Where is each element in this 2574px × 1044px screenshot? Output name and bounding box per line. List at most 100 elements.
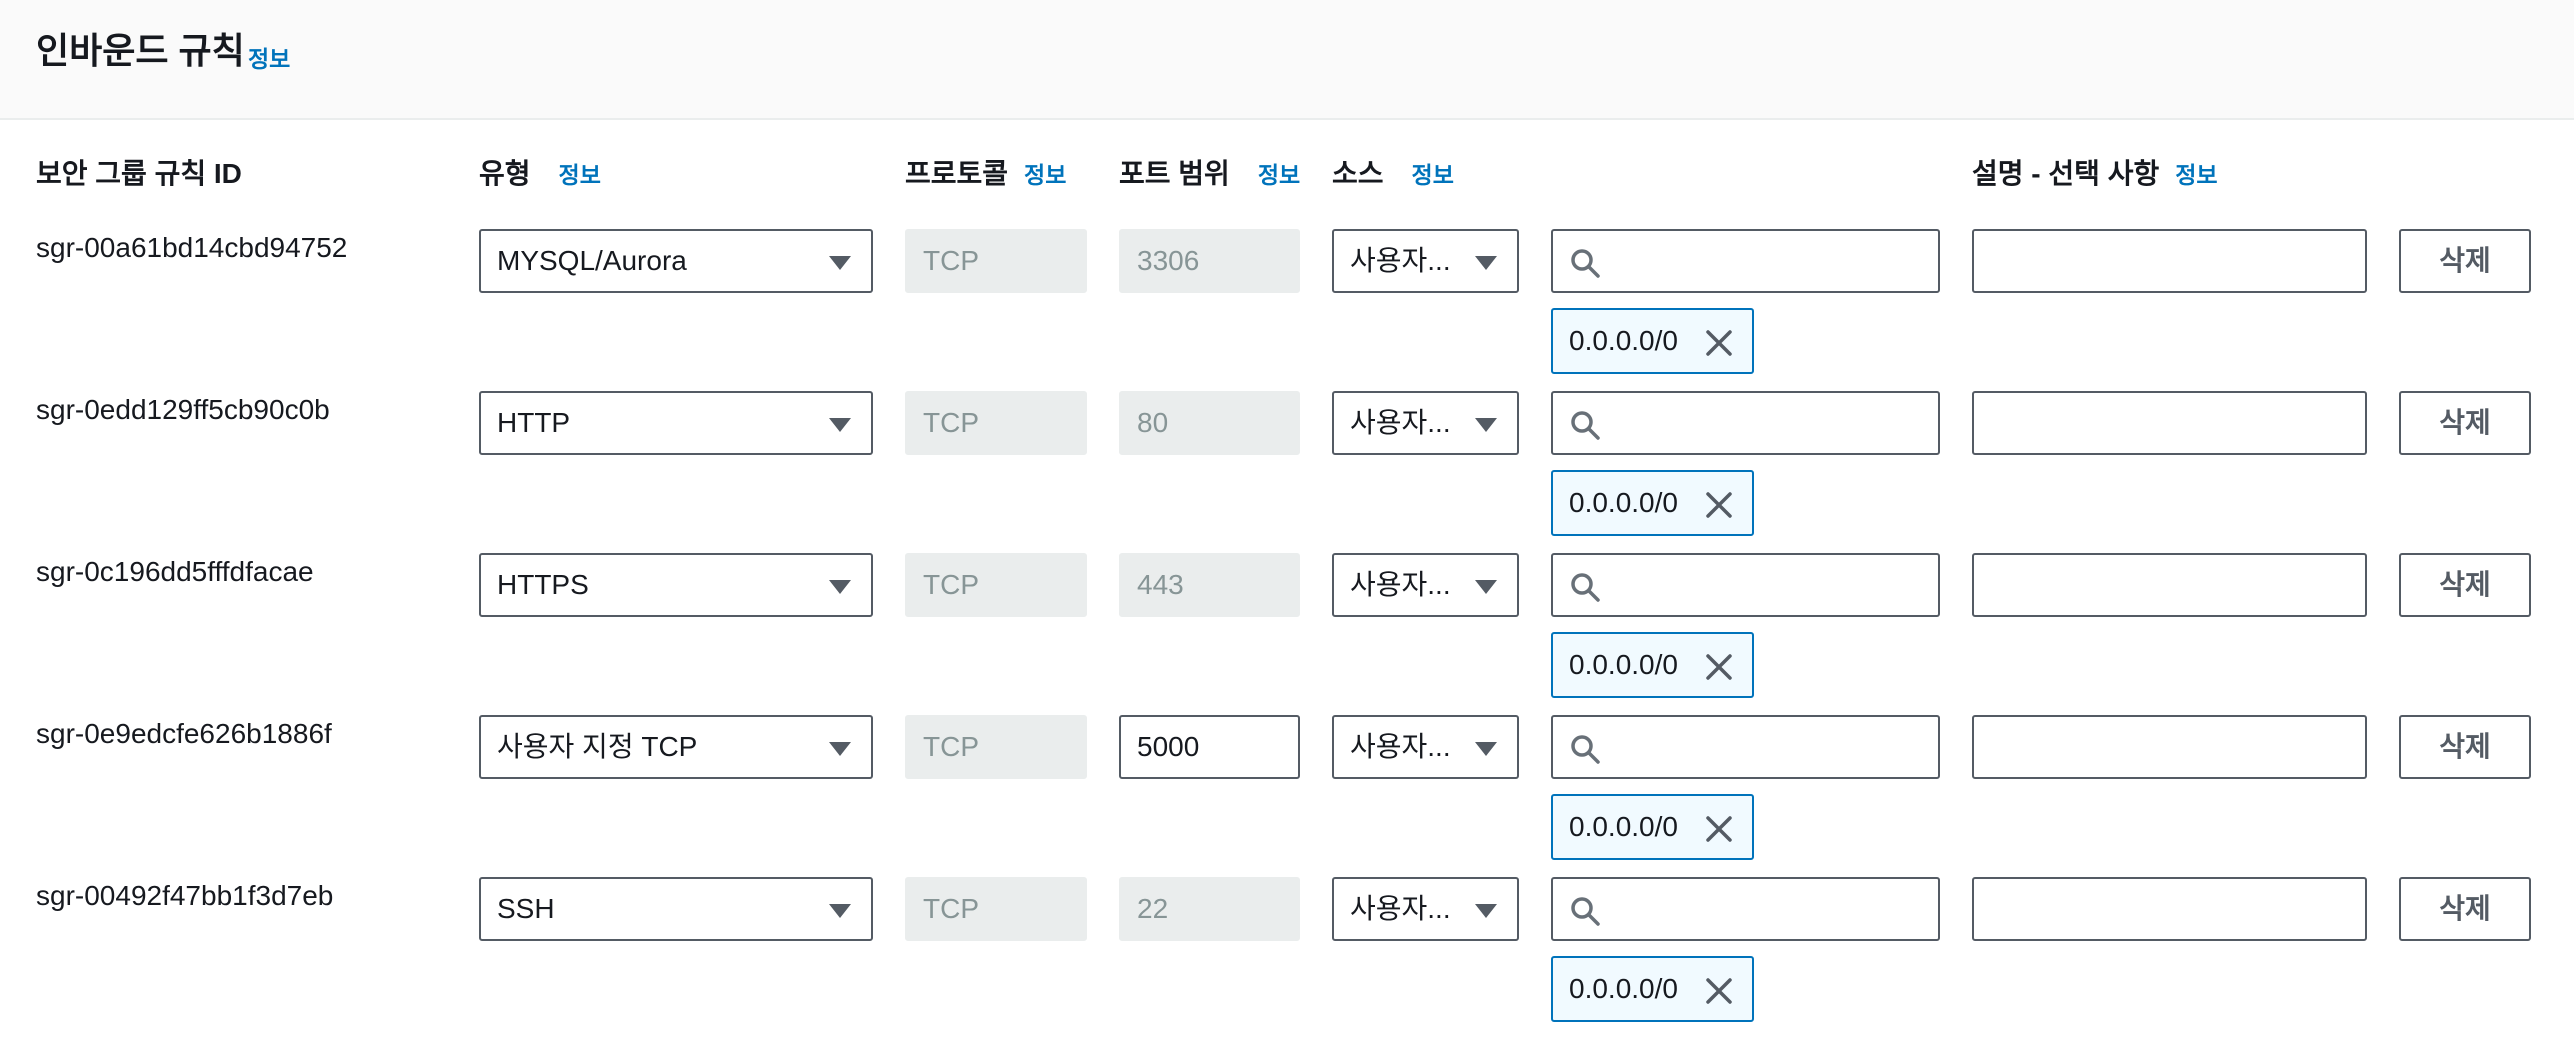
- rule-id: sgr-00492f47bb1f3d7eb: [36, 880, 334, 911]
- rule-id: sgr-0c196dd5fffdfacae: [36, 556, 314, 587]
- delete-rule-button[interactable]: 삭제: [2399, 229, 2531, 293]
- source-search-input[interactable]: [1551, 877, 1940, 941]
- cidr-token: 0.0.0.0/0: [1551, 632, 1754, 698]
- caret-down-icon: [829, 256, 851, 270]
- type-select[interactable]: SSH: [479, 877, 873, 941]
- column-header-source-label: 소스: [1332, 158, 1384, 189]
- header-info-link[interactable]: 정보: [248, 40, 290, 74]
- source-type-value: 사용자...: [1350, 245, 1451, 276]
- close-icon[interactable]: [1704, 814, 1734, 844]
- column-header-id-label: 보안 그룹 규칙 ID: [36, 158, 242, 189]
- protocol-field: TCP: [905, 877, 1087, 941]
- search-icon: [1571, 411, 1600, 440]
- column-header-description: 설명 - 선택 사항 정보: [1972, 154, 2218, 195]
- rule-id: sgr-00a61bd14cbd94752: [36, 232, 348, 263]
- cidr-token-label: 0.0.0.0/0: [1569, 973, 1678, 1004]
- column-header-protocol-label: 프로토콜: [905, 158, 1009, 189]
- protocol-field: TCP: [905, 553, 1087, 617]
- source-type-select[interactable]: 사용자...: [1332, 229, 1519, 293]
- column-header-id: 보안 그룹 규칙 ID: [36, 154, 242, 194]
- page-title: 인바운드 규칙: [36, 30, 245, 71]
- type-select-value: 사용자 지정 TCP: [497, 731, 698, 762]
- cidr-token-label: 0.0.0.0/0: [1569, 649, 1678, 680]
- description-input[interactable]: [1972, 553, 2367, 617]
- close-icon[interactable]: [1704, 976, 1734, 1006]
- source-type-select[interactable]: 사용자...: [1332, 391, 1519, 455]
- caret-down-icon: [1475, 580, 1497, 594]
- type-select[interactable]: 사용자 지정 TCP: [479, 715, 873, 779]
- caret-down-icon: [829, 580, 851, 594]
- source-search-input[interactable]: [1551, 715, 1940, 779]
- source-type-select[interactable]: 사용자...: [1332, 715, 1519, 779]
- description-input[interactable]: [1972, 229, 2367, 293]
- source-info-link[interactable]: 정보: [1412, 162, 1454, 188]
- cidr-token: 0.0.0.0/0: [1551, 794, 1754, 860]
- column-header-type-label: 유형: [479, 158, 531, 189]
- source-search-input[interactable]: [1551, 553, 1940, 617]
- source-type-select[interactable]: 사용자...: [1332, 877, 1519, 941]
- column-header-port: 포트 범위 정보: [1119, 154, 1300, 195]
- type-select[interactable]: HTTP: [479, 391, 873, 455]
- cidr-token-label: 0.0.0.0/0: [1569, 487, 1678, 518]
- delete-rule-button[interactable]: 삭제: [2399, 877, 2531, 941]
- rule-id: sgr-0edd129ff5cb90c0b: [36, 394, 330, 425]
- cidr-token: 0.0.0.0/0: [1551, 308, 1754, 374]
- rule-id: sgr-0e9edcfe626b1886f: [36, 718, 332, 749]
- source-type-value: 사용자...: [1350, 731, 1451, 762]
- delete-rule-button[interactable]: 삭제: [2399, 715, 2531, 779]
- type-info-link[interactable]: 정보: [559, 162, 601, 188]
- cidr-token: 0.0.0.0/0: [1551, 956, 1754, 1022]
- column-header-type: 유형 정보: [479, 154, 601, 195]
- close-icon[interactable]: [1704, 328, 1734, 358]
- port-range-field: 443: [1119, 553, 1300, 617]
- column-header-source: 소스 정보: [1332, 154, 1454, 195]
- search-icon: [1571, 573, 1600, 602]
- source-type-value: 사용자...: [1350, 407, 1451, 438]
- close-icon[interactable]: [1704, 652, 1734, 682]
- port-info-link[interactable]: 정보: [1258, 162, 1300, 188]
- type-select-value: HTTP: [497, 407, 571, 438]
- description-input[interactable]: [1972, 391, 2367, 455]
- column-header-protocol: 프로토콜 정보: [905, 154, 1066, 195]
- protocol-info-link[interactable]: 정보: [1024, 162, 1066, 188]
- search-icon: [1571, 249, 1600, 278]
- source-search-input[interactable]: [1551, 229, 1940, 293]
- source-search-input[interactable]: [1551, 391, 1940, 455]
- cidr-token-label: 0.0.0.0/0: [1569, 811, 1678, 842]
- caret-down-icon: [829, 742, 851, 756]
- page-header: 인바운드 규칙 정보: [0, 0, 2574, 120]
- type-select-value: SSH: [497, 893, 555, 924]
- delete-rule-button[interactable]: 삭제: [2399, 391, 2531, 455]
- description-input[interactable]: [1972, 715, 2367, 779]
- protocol-field: TCP: [905, 229, 1087, 293]
- port-range-field: 3306: [1119, 229, 1300, 293]
- cidr-token-label: 0.0.0.0/0: [1569, 325, 1678, 356]
- description-input[interactable]: [1972, 877, 2367, 941]
- search-icon: [1571, 897, 1600, 926]
- port-range-input[interactable]: 5000: [1119, 715, 1300, 779]
- protocol-field: TCP: [905, 391, 1087, 455]
- type-select[interactable]: MYSQL/Aurora: [479, 229, 873, 293]
- description-info-link[interactable]: 정보: [2175, 162, 2217, 188]
- cidr-token: 0.0.0.0/0: [1551, 470, 1754, 536]
- caret-down-icon: [829, 904, 851, 918]
- protocol-field: TCP: [905, 715, 1087, 779]
- delete-rule-button[interactable]: 삭제: [2399, 553, 2531, 617]
- type-select-value: MYSQL/Aurora: [497, 245, 687, 276]
- source-type-select[interactable]: 사용자...: [1332, 553, 1519, 617]
- search-icon: [1571, 735, 1600, 764]
- type-select[interactable]: HTTPS: [479, 553, 873, 617]
- caret-down-icon: [1475, 904, 1497, 918]
- port-range-field: 80: [1119, 391, 1300, 455]
- source-type-value: 사용자...: [1350, 893, 1451, 924]
- close-icon[interactable]: [1704, 490, 1734, 520]
- caret-down-icon: [1475, 256, 1497, 270]
- caret-down-icon: [1475, 742, 1497, 756]
- caret-down-icon: [1475, 418, 1497, 432]
- column-header-description-label: 설명 - 선택 사항: [1972, 158, 2160, 189]
- column-header-port-label: 포트 범위: [1119, 158, 1230, 189]
- caret-down-icon: [829, 418, 851, 432]
- source-type-value: 사용자...: [1350, 569, 1451, 600]
- port-range-field: 22: [1119, 877, 1300, 941]
- type-select-value: HTTPS: [497, 569, 589, 600]
